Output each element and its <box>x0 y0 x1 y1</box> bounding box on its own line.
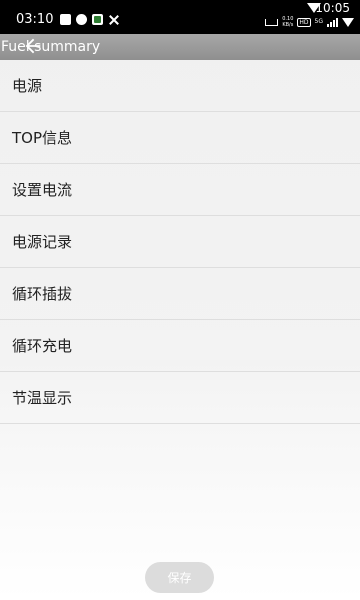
tools-notification-icon <box>108 14 120 26</box>
status-right-icons: 0.10 KB/s HD 5G <box>265 16 354 28</box>
status-time-left: 03:10 <box>16 12 54 27</box>
menu-item-label: TOP信息 <box>12 129 73 147</box>
menu-item-set-current[interactable]: 设置电流 <box>0 164 360 216</box>
notification-icons <box>60 14 120 26</box>
menu-item-cycle-plug[interactable]: 循环插拔 <box>0 268 360 320</box>
menu-item-power[interactable]: 电源 <box>0 60 360 112</box>
menu-item-power-log[interactable]: 电源记录 <box>0 216 360 268</box>
menu-item-label: 节温显示 <box>12 389 73 407</box>
menu-item-temp-display[interactable]: 节温显示 <box>0 372 360 424</box>
page-title: Fuel summary <box>1 39 101 55</box>
app-bar: Fuel summary <box>0 34 360 60</box>
menu-item-label: 电源记录 <box>12 233 73 251</box>
menu-item-cycle-charge[interactable]: 循环充电 <box>0 320 360 372</box>
arrow-left-icon[interactable] <box>22 35 44 57</box>
hd-badge: HD <box>297 17 311 27</box>
bed-icon <box>265 18 279 26</box>
menu-item-label: 电源 <box>12 77 43 95</box>
network-type: 5G <box>314 18 323 25</box>
save-button[interactable]: 保存 <box>145 562 214 593</box>
net-speed: 0.10 KB/s <box>282 16 293 28</box>
status-bar: 03:10 10:05 0.10 KB/s HD 5G <box>0 0 360 34</box>
signal-icon <box>327 17 338 27</box>
wifi-icon <box>342 17 354 27</box>
net-speed-unit: KB/s <box>282 22 294 28</box>
app-notification-icon <box>92 14 103 25</box>
menu-item-label: 循环插拔 <box>12 285 73 303</box>
menu-item-top-info[interactable]: TOP信息 <box>0 112 360 164</box>
calendar-notification-icon <box>60 14 71 25</box>
menu-item-label: 循环充电 <box>12 337 73 355</box>
shield-notification-icon <box>76 14 87 25</box>
menu-list: 电源 TOP信息 设置电流 电源记录 循环插拔 循环充电 节温显示 <box>0 60 360 424</box>
menu-item-label: 设置电流 <box>12 181 73 199</box>
status-time-right: 10:05 <box>315 1 350 15</box>
